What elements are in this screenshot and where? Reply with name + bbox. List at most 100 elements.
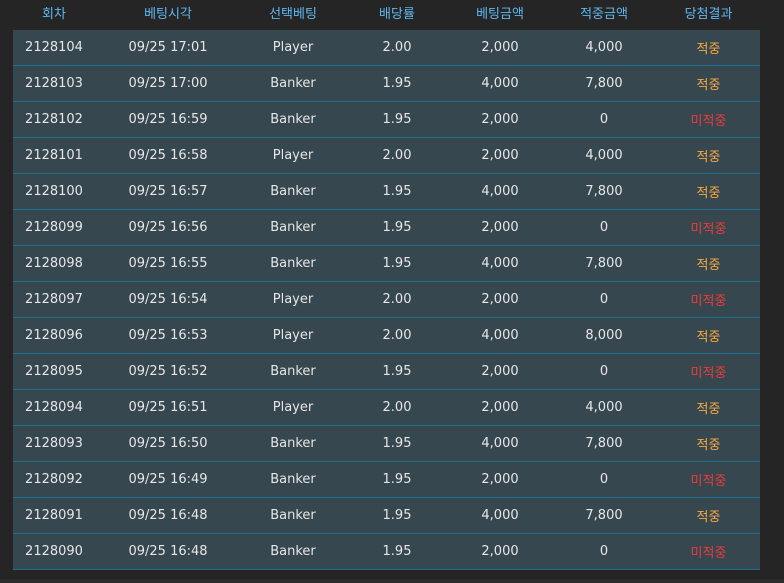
cell-payout: 7,800 bbox=[585, 184, 623, 199]
table-row: 2128095 09/25 16:52 Banker 1.95 2,000 0 미적중 bbox=[13, 354, 760, 390]
table-row: 2128092 09/25 16:49 Banker 1.95 2,000 0 미적중 bbox=[13, 462, 760, 498]
cell-odds: 2.00 bbox=[382, 292, 412, 307]
cell-round: 2128103 bbox=[25, 76, 83, 91]
cell-bet-amount: 4,000 bbox=[481, 76, 519, 91]
cell-round: 2128095 bbox=[25, 364, 83, 379]
cell-odds: 2.00 bbox=[382, 40, 412, 55]
table-row: 2128104 09/25 17:01 Player 2.00 2,000 4,000 적중 bbox=[13, 30, 760, 66]
cell-bet-choice: Banker bbox=[270, 256, 316, 271]
cell-result: 적중 bbox=[696, 402, 721, 417]
cell-round: 2128091 bbox=[25, 508, 83, 523]
cell-bet-amount: 2,000 bbox=[481, 544, 519, 559]
table-row: 2128091 09/25 16:48 Banker 1.95 4,000 7,800 적중 bbox=[13, 498, 760, 534]
header-round: 회차 bbox=[42, 7, 66, 22]
cell-result: 미적중 bbox=[690, 294, 727, 309]
cell-bet-choice: Player bbox=[272, 400, 314, 415]
cell-payout: 0 bbox=[599, 364, 609, 379]
cell-round: 2128100 bbox=[25, 184, 83, 199]
cell-odds: 1.95 bbox=[382, 76, 412, 91]
page: 회차 베팅시각 선택베팅 배당률 베팅금액 적중금액 당첨결과 2128104 0… bbox=[0, 0, 784, 583]
cell-bet-amount: 2,000 bbox=[481, 364, 519, 379]
bet-history-table: 회차 베팅시각 선택베팅 배당률 베팅금액 적중금액 당첨결과 2128104 0… bbox=[13, 0, 760, 571]
cell-bet-time: 09/25 16:51 bbox=[128, 400, 208, 415]
cell-payout: 0 bbox=[599, 472, 609, 487]
cell-result: 적중 bbox=[696, 150, 721, 165]
cell-round: 2128097 bbox=[25, 292, 83, 307]
cell-bet-choice: Banker bbox=[270, 472, 316, 487]
cell-bet-choice: Player bbox=[272, 292, 314, 307]
cell-bet-time: 09/25 16:57 bbox=[128, 184, 208, 199]
header-payout: 적중금액 bbox=[580, 7, 628, 22]
cell-round: 2128094 bbox=[25, 400, 83, 415]
cell-odds: 1.95 bbox=[382, 220, 412, 235]
cell-round: 2128101 bbox=[25, 148, 83, 163]
cell-bet-amount: 2,000 bbox=[481, 148, 519, 163]
table-row: 2128090 09/25 16:48 Banker 1.95 2,000 0 미적중 bbox=[13, 534, 760, 570]
cell-bet-amount: 4,000 bbox=[481, 256, 519, 271]
cell-bet-time: 09/25 16:55 bbox=[128, 256, 208, 271]
cell-round: 2128093 bbox=[25, 436, 83, 451]
header-bet-choice: 선택베팅 bbox=[269, 7, 317, 22]
cell-odds: 1.95 bbox=[382, 256, 412, 271]
cell-bet-time: 09/25 16:54 bbox=[128, 292, 208, 307]
cell-odds: 1.95 bbox=[382, 112, 412, 127]
cell-payout: 4,000 bbox=[585, 40, 623, 55]
cell-result: 적중 bbox=[696, 78, 721, 93]
cell-bet-amount: 2,000 bbox=[481, 400, 519, 415]
table-row: 2128096 09/25 16:53 Player 2.00 4,000 8,000 적중 bbox=[13, 318, 760, 354]
cell-odds: 2.00 bbox=[382, 328, 412, 343]
cell-payout: 0 bbox=[599, 112, 609, 127]
cell-bet-time: 09/25 16:49 bbox=[128, 472, 208, 487]
cell-bet-amount: 4,000 bbox=[481, 328, 519, 343]
cell-result: 적중 bbox=[696, 330, 721, 345]
cell-bet-choice: Banker bbox=[270, 544, 316, 559]
table-row: 2128094 09/25 16:51 Player 2.00 2,000 4,000 적중 bbox=[13, 390, 760, 426]
cell-round: 2128096 bbox=[25, 328, 83, 343]
header-result: 당첨결과 bbox=[684, 7, 733, 22]
cell-bet-choice: Banker bbox=[270, 184, 316, 199]
cell-odds: 2.00 bbox=[382, 148, 412, 163]
cell-bet-amount: 2,000 bbox=[481, 220, 519, 235]
bottom-strip bbox=[0, 579, 784, 583]
cell-payout: 0 bbox=[599, 544, 609, 559]
cell-bet-time: 09/25 16:58 bbox=[128, 148, 208, 163]
table-row: 2128101 09/25 16:58 Player 2.00 2,000 4,000 적중 bbox=[13, 138, 760, 174]
cell-payout: 7,800 bbox=[585, 256, 623, 271]
cell-bet-choice: Player bbox=[272, 328, 314, 343]
cell-round: 2128092 bbox=[25, 472, 83, 487]
cell-result: 적중 bbox=[696, 510, 721, 525]
cell-result: 미적중 bbox=[690, 114, 727, 129]
cell-bet-choice: Player bbox=[272, 40, 314, 55]
cell-payout: 7,800 bbox=[585, 76, 623, 91]
cell-bet-time: 09/25 16:56 bbox=[128, 220, 208, 235]
cell-bet-amount: 2,000 bbox=[481, 292, 519, 307]
table-row: 2128099 09/25 16:56 Banker 1.95 2,000 0 미적중 bbox=[13, 210, 760, 246]
cell-bet-time: 09/25 16:52 bbox=[128, 364, 208, 379]
header-odds: 배당률 bbox=[379, 7, 415, 22]
cell-odds: 1.95 bbox=[382, 436, 412, 451]
cell-round: 2128098 bbox=[25, 256, 83, 271]
cell-bet-time: 09/25 16:59 bbox=[128, 112, 208, 127]
cell-bet-choice: Banker bbox=[270, 436, 316, 451]
cell-bet-choice: Banker bbox=[270, 112, 316, 127]
cell-bet-choice: Banker bbox=[270, 76, 316, 91]
cell-odds: 1.95 bbox=[382, 508, 412, 523]
cell-odds: 2.00 bbox=[382, 400, 412, 415]
cell-bet-choice: Banker bbox=[270, 364, 316, 379]
cell-payout: 0 bbox=[599, 220, 609, 235]
header-bet-amount: 베팅금액 bbox=[476, 7, 524, 22]
cell-bet-amount: 2,000 bbox=[481, 112, 519, 127]
cell-bet-amount: 4,000 bbox=[481, 436, 519, 451]
cell-bet-time: 09/25 17:01 bbox=[128, 40, 208, 55]
cell-result: 적중 bbox=[696, 438, 721, 453]
cell-payout: 7,800 bbox=[585, 508, 623, 523]
cell-round: 2128104 bbox=[25, 40, 83, 55]
table-row: 2128102 09/25 16:59 Banker 1.95 2,000 0 미적중 bbox=[13, 102, 760, 138]
cell-bet-time: 09/25 17:00 bbox=[128, 76, 208, 91]
cell-result: 미적중 bbox=[690, 366, 727, 381]
cell-result: 미적중 bbox=[690, 222, 727, 237]
cell-odds: 1.95 bbox=[382, 184, 412, 199]
cell-result: 미적중 bbox=[690, 474, 727, 489]
cell-round: 2128099 bbox=[25, 220, 83, 235]
cell-payout: 4,000 bbox=[585, 148, 623, 163]
